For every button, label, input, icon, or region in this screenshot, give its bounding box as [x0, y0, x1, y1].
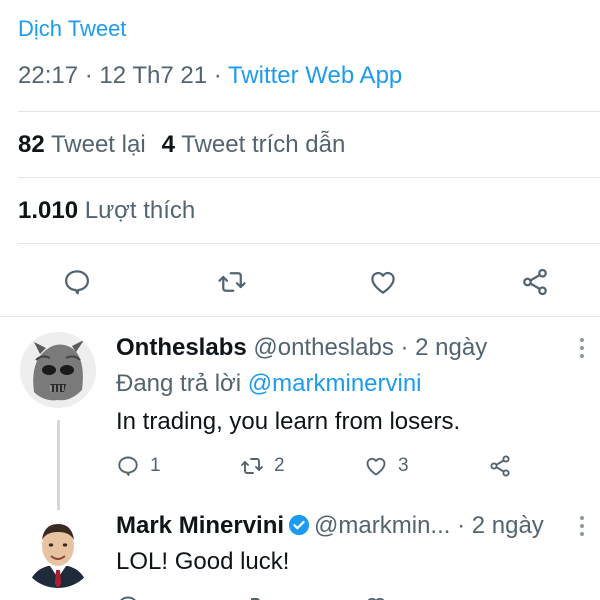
more-options-button[interactable] — [578, 516, 586, 540]
tweet-time: 22:17 — [18, 62, 79, 89]
like-icon — [371, 271, 395, 294]
retweets-count: 82 — [18, 131, 45, 158]
source-app-link[interactable]: Twitter Web App — [228, 62, 402, 89]
like-count: 3 — [398, 455, 409, 476]
like-action[interactable]: 3 — [364, 454, 409, 478]
replying-to-label: Đang trả lời — [116, 370, 242, 397]
avatar[interactable] — [20, 332, 96, 408]
meta-separator: · — [78, 62, 100, 89]
tweet-header: Mark Minervini @markmin... · 2 ngày — [116, 512, 544, 540]
share-icon — [523, 268, 547, 296]
avatar[interactable] — [20, 512, 96, 588]
share-button[interactable] — [515, 262, 555, 302]
share-action[interactable] — [488, 454, 522, 478]
author-name[interactable]: Mark Minervini — [116, 512, 284, 539]
reply-icon — [120, 596, 136, 600]
reply-tweet[interactable]: Ontheslabs @ontheslabs · 2 ngày Đang trả… — [0, 330, 600, 510]
retweet-icon — [251, 598, 260, 600]
divider — [18, 111, 600, 112]
like-action[interactable] — [364, 594, 398, 600]
more-options-button[interactable] — [578, 338, 586, 362]
likes-stat[interactable]: 1.010 Lượt thích — [18, 197, 195, 225]
reply-icon — [65, 270, 89, 295]
header-separator: · — [450, 512, 472, 539]
tweet-text: In trading, you learn from losers. — [116, 408, 461, 435]
retweets-label: Tweet lại — [50, 131, 146, 158]
tweet-actions: 1 2 3 — [116, 454, 536, 484]
retweet-action[interactable]: 2 — [240, 454, 285, 478]
quotes-label: Tweet trích dẫn — [181, 131, 346, 158]
likes-label: Lượt thích — [84, 197, 196, 224]
tweet-text: LOL! Good luck! — [116, 548, 290, 575]
retweet-action[interactable] — [240, 594, 274, 600]
like-icon — [366, 457, 386, 476]
author-handle[interactable]: @ontheslabs — [253, 334, 393, 361]
tweet-age[interactable]: 2 ngày — [415, 334, 487, 361]
reply-action[interactable]: 1 — [116, 454, 161, 478]
quotes-count: 4 — [161, 131, 176, 158]
author-handle[interactable]: @markmin... — [314, 512, 450, 539]
retweet-icon — [218, 272, 246, 292]
reply-count: 1 — [150, 455, 161, 476]
verified-badge-icon — [288, 514, 310, 536]
reply-tweet[interactable]: Mark Minervini @markmin... · 2 ngày LOL! … — [0, 508, 600, 600]
reply-action[interactable] — [116, 594, 150, 600]
like-icon — [367, 597, 385, 600]
divider — [18, 177, 600, 178]
mention-link[interactable]: @markminervini — [248, 370, 422, 397]
likes-count: 1.010 — [18, 197, 79, 224]
divider — [18, 243, 600, 244]
header-separator: · — [393, 334, 416, 361]
tweet-actions-partial — [116, 594, 536, 600]
share-icon — [490, 455, 510, 477]
author-name[interactable]: Ontheslabs — [116, 334, 247, 361]
engagement-stats: 82 Tweet lại 4 Tweet trích dẫn — [18, 131, 345, 159]
tweet-age[interactable]: 2 ngày — [472, 512, 544, 539]
translate-tweet-link[interactable]: Dịch Tweet — [18, 16, 126, 42]
tweet-header: Ontheslabs @ontheslabs · 2 ngày — [116, 334, 487, 362]
like-button[interactable] — [363, 262, 403, 302]
divider — [0, 316, 600, 317]
tweet-action-bar — [0, 258, 600, 306]
retweet-icon — [241, 458, 263, 474]
retweets-stat[interactable]: 82 Tweet lại — [18, 131, 146, 158]
meta-separator: · — [207, 62, 228, 89]
quotes-stat[interactable]: 4 Tweet trích dẫn — [162, 131, 346, 158]
replying-to: Đang trả lời @markminervini — [116, 370, 422, 398]
tweet-date: 12 Th7 21 — [99, 62, 208, 89]
retweet-button[interactable] — [212, 262, 252, 302]
thread-line — [57, 420, 60, 510]
reply-button[interactable] — [57, 262, 97, 302]
reply-icon — [118, 456, 138, 476]
tweet-meta: 22:17 · 12 Th7 21 · Twitter Web App — [18, 62, 402, 90]
retweet-count: 2 — [274, 455, 285, 476]
